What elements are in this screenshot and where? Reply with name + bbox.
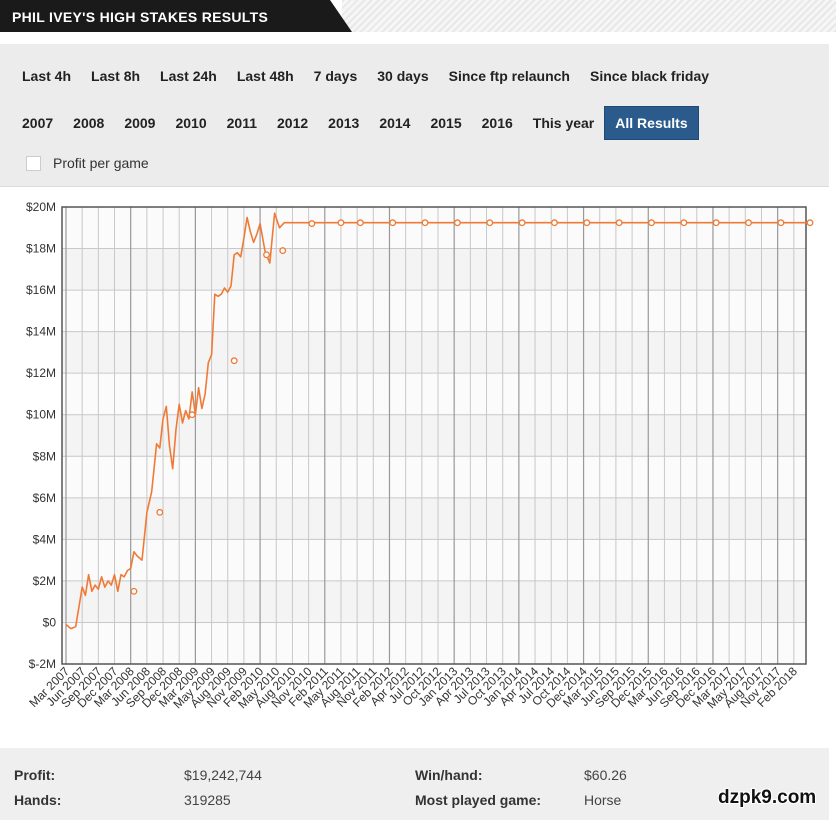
y-tick-label: $20M [26, 200, 56, 214]
series-point [583, 219, 591, 227]
series-point [551, 219, 558, 227]
filter-button-30-days[interactable]: 30 days [367, 60, 438, 92]
series-point [648, 219, 655, 227]
plot-band [62, 539, 806, 581]
filter-button-last-24h[interactable]: Last 24h [150, 60, 227, 92]
series-point [518, 219, 526, 227]
filter-button-since-ftp-relaunch[interactable]: Since ftp relaunch [439, 60, 580, 92]
series-point [421, 219, 429, 227]
filter-button-2016[interactable]: 2016 [472, 107, 523, 139]
series-point [308, 220, 316, 228]
profit-per-game-option[interactable]: Profit per game [26, 155, 149, 171]
filter-button-2015[interactable]: 2015 [420, 107, 471, 139]
series-point [156, 508, 164, 516]
series-point [130, 587, 138, 595]
series-point [453, 219, 461, 227]
series-point [486, 219, 494, 227]
filter-button-2010[interactable]: 2010 [165, 107, 216, 139]
plot-band [62, 207, 806, 249]
plot-band [62, 290, 806, 332]
filter-button-this-year[interactable]: This year [523, 107, 604, 139]
filter-button-2011[interactable]: 2011 [217, 107, 267, 139]
hands-value: 319285 [184, 792, 231, 808]
filter-button-2008[interactable]: 2008 [63, 107, 114, 139]
filter-button-last-48h[interactable]: Last 48h [227, 60, 304, 92]
series-point [188, 411, 196, 419]
profit-per-game-checkbox[interactable] [26, 155, 41, 171]
filter-button-2007[interactable]: 2007 [12, 107, 63, 139]
chart-panel: $-2M $0 $2M $4M $6M $8M $10M $12M $14M $16M $18M $2… [0, 186, 829, 749]
filter-button-2013[interactable]: 2013 [318, 107, 369, 139]
series-point [777, 219, 785, 227]
series-point [745, 219, 752, 227]
filter-button-7-days[interactable]: 7 days [304, 60, 368, 92]
series-point [230, 357, 238, 365]
series-point [337, 219, 345, 227]
header-bar: PHIL IVEY'S HIGH STAKES RESULTS [0, 0, 836, 36]
filter-row-periods: Last 4h Last 8h Last 24h Last 48h 7 days 30 d… [12, 60, 719, 92]
y-tick-label: $6M [33, 491, 56, 505]
title-tab: PHIL IVEY'S HIGH STAKES RESULTS [0, 0, 352, 32]
series-point [389, 219, 397, 227]
y-tick-label: $12M [26, 366, 56, 380]
filter-button-since-black-friday[interactable]: Since black friday [580, 60, 719, 92]
series-point [712, 219, 720, 227]
y-tick-label: $18M [26, 242, 56, 256]
y-tick-label: $4M [33, 532, 56, 546]
series-point [356, 219, 364, 227]
profit-value: $19,242,744 [184, 767, 262, 783]
winhand-value: $60.26 [584, 767, 627, 783]
profit-chart: $-2M $0 $2M $4M $6M $8M $10M $12M $14M $16M $18M $2… [26, 200, 814, 711]
header-stripes [342, 0, 836, 32]
most-played-label: Most played game: [415, 792, 542, 808]
filter-button-all-results[interactable]: All Results [604, 106, 699, 140]
stats-footer: Profit: $19,242,744 Hands: 319285 Win/ha… [0, 748, 829, 820]
filter-button-last-8h[interactable]: Last 8h [81, 60, 150, 92]
y-tick-label: $10M [26, 408, 56, 422]
y-tick-label: $14M [26, 325, 56, 339]
filter-button-last-4h[interactable]: Last 4h [12, 60, 81, 92]
winhand-label: Win/hand: [415, 767, 483, 783]
y-tick-label: $8M [33, 449, 56, 463]
plot-band [62, 622, 806, 664]
series-point [279, 247, 287, 255]
filter-button-2012[interactable]: 2012 [267, 107, 318, 139]
profit-label: Profit: [14, 767, 56, 783]
y-tick-label: $2M [33, 574, 56, 588]
plot-band [62, 373, 806, 415]
series-point [806, 219, 814, 227]
hands-label: Hands: [14, 792, 62, 808]
profit-per-game-label: Profit per game [53, 155, 149, 171]
y-tick-label: $0 [43, 615, 57, 629]
y-tick-label: $-2M [29, 657, 56, 671]
most-played-value: Horse [584, 792, 622, 808]
series-point [615, 219, 623, 227]
filter-button-2014[interactable]: 2014 [369, 107, 420, 139]
series-point [680, 219, 688, 227]
filter-button-2009[interactable]: 2009 [114, 107, 165, 139]
series-point [263, 251, 271, 259]
plot-area [62, 207, 806, 664]
filter-row-years: 2007 2008 2009 2010 2011 2012 2013 2014 2015 2016… [12, 106, 699, 140]
watermark: dzpk9.com [718, 787, 817, 808]
y-tick-label: $16M [26, 283, 56, 297]
page-title: PHIL IVEY'S HIGH STAKES RESULTS [12, 9, 269, 25]
